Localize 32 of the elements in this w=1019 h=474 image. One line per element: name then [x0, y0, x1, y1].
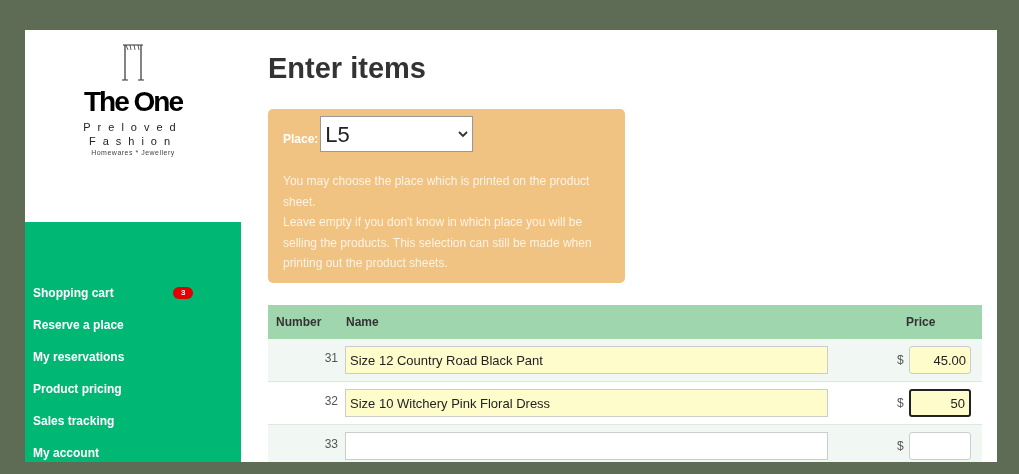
currency-label: $ [897, 395, 905, 412]
page-title: Enter items [268, 54, 427, 83]
column-header: Price [906, 314, 937, 331]
help-text: You may choose the place which is printed on the product sheet. [283, 173, 591, 211]
place-select[interactable]: L5 [320, 116, 474, 152]
sidebar-link[interactable]: Reserve a place [33, 316, 173, 334]
sidebar-link[interactable]: Shopping cart [33, 284, 173, 302]
column-header: Number [275, 314, 323, 331]
row-number: 31 [323, 350, 338, 367]
sidebar-link[interactable]: My reservations [33, 348, 173, 366]
field-label: Place: [283, 131, 319, 148]
price-field[interactable] [909, 432, 971, 460]
clothes-rack-icon [120, 42, 146, 84]
name-field[interactable] [345, 432, 828, 460]
row-number: 32 [323, 393, 338, 410]
logo-tagline: Preloved [83, 122, 183, 133]
help-text: Leave empty if you don't know in which place you will be selling the products. This selection can still be made when printing out the product sheets. [283, 214, 593, 272]
price-field[interactable]: 45.00 [909, 346, 971, 374]
sidebar-link[interactable]: Sales tracking [33, 412, 173, 430]
logo-text: The One [84, 88, 182, 116]
currency-label: $ [897, 352, 905, 369]
price-field[interactable]: 50 [909, 389, 971, 417]
name-field[interactable]: Size 10 Witchery Pink Floral Dress [345, 389, 828, 417]
row-number: 33 [323, 436, 338, 453]
logo-tagline: Fashion [88, 136, 178, 147]
count-badge: 3 [173, 287, 194, 299]
chevron-down-icon [458, 130, 469, 138]
column-header: Name [346, 314, 380, 331]
sidebar-link[interactable]: Product pricing [33, 380, 173, 398]
sidebar-link[interactable]: My account [33, 444, 173, 462]
currency-label: $ [897, 438, 905, 455]
name-field[interactable]: Size 12 Country Road Black Pant [345, 346, 828, 374]
